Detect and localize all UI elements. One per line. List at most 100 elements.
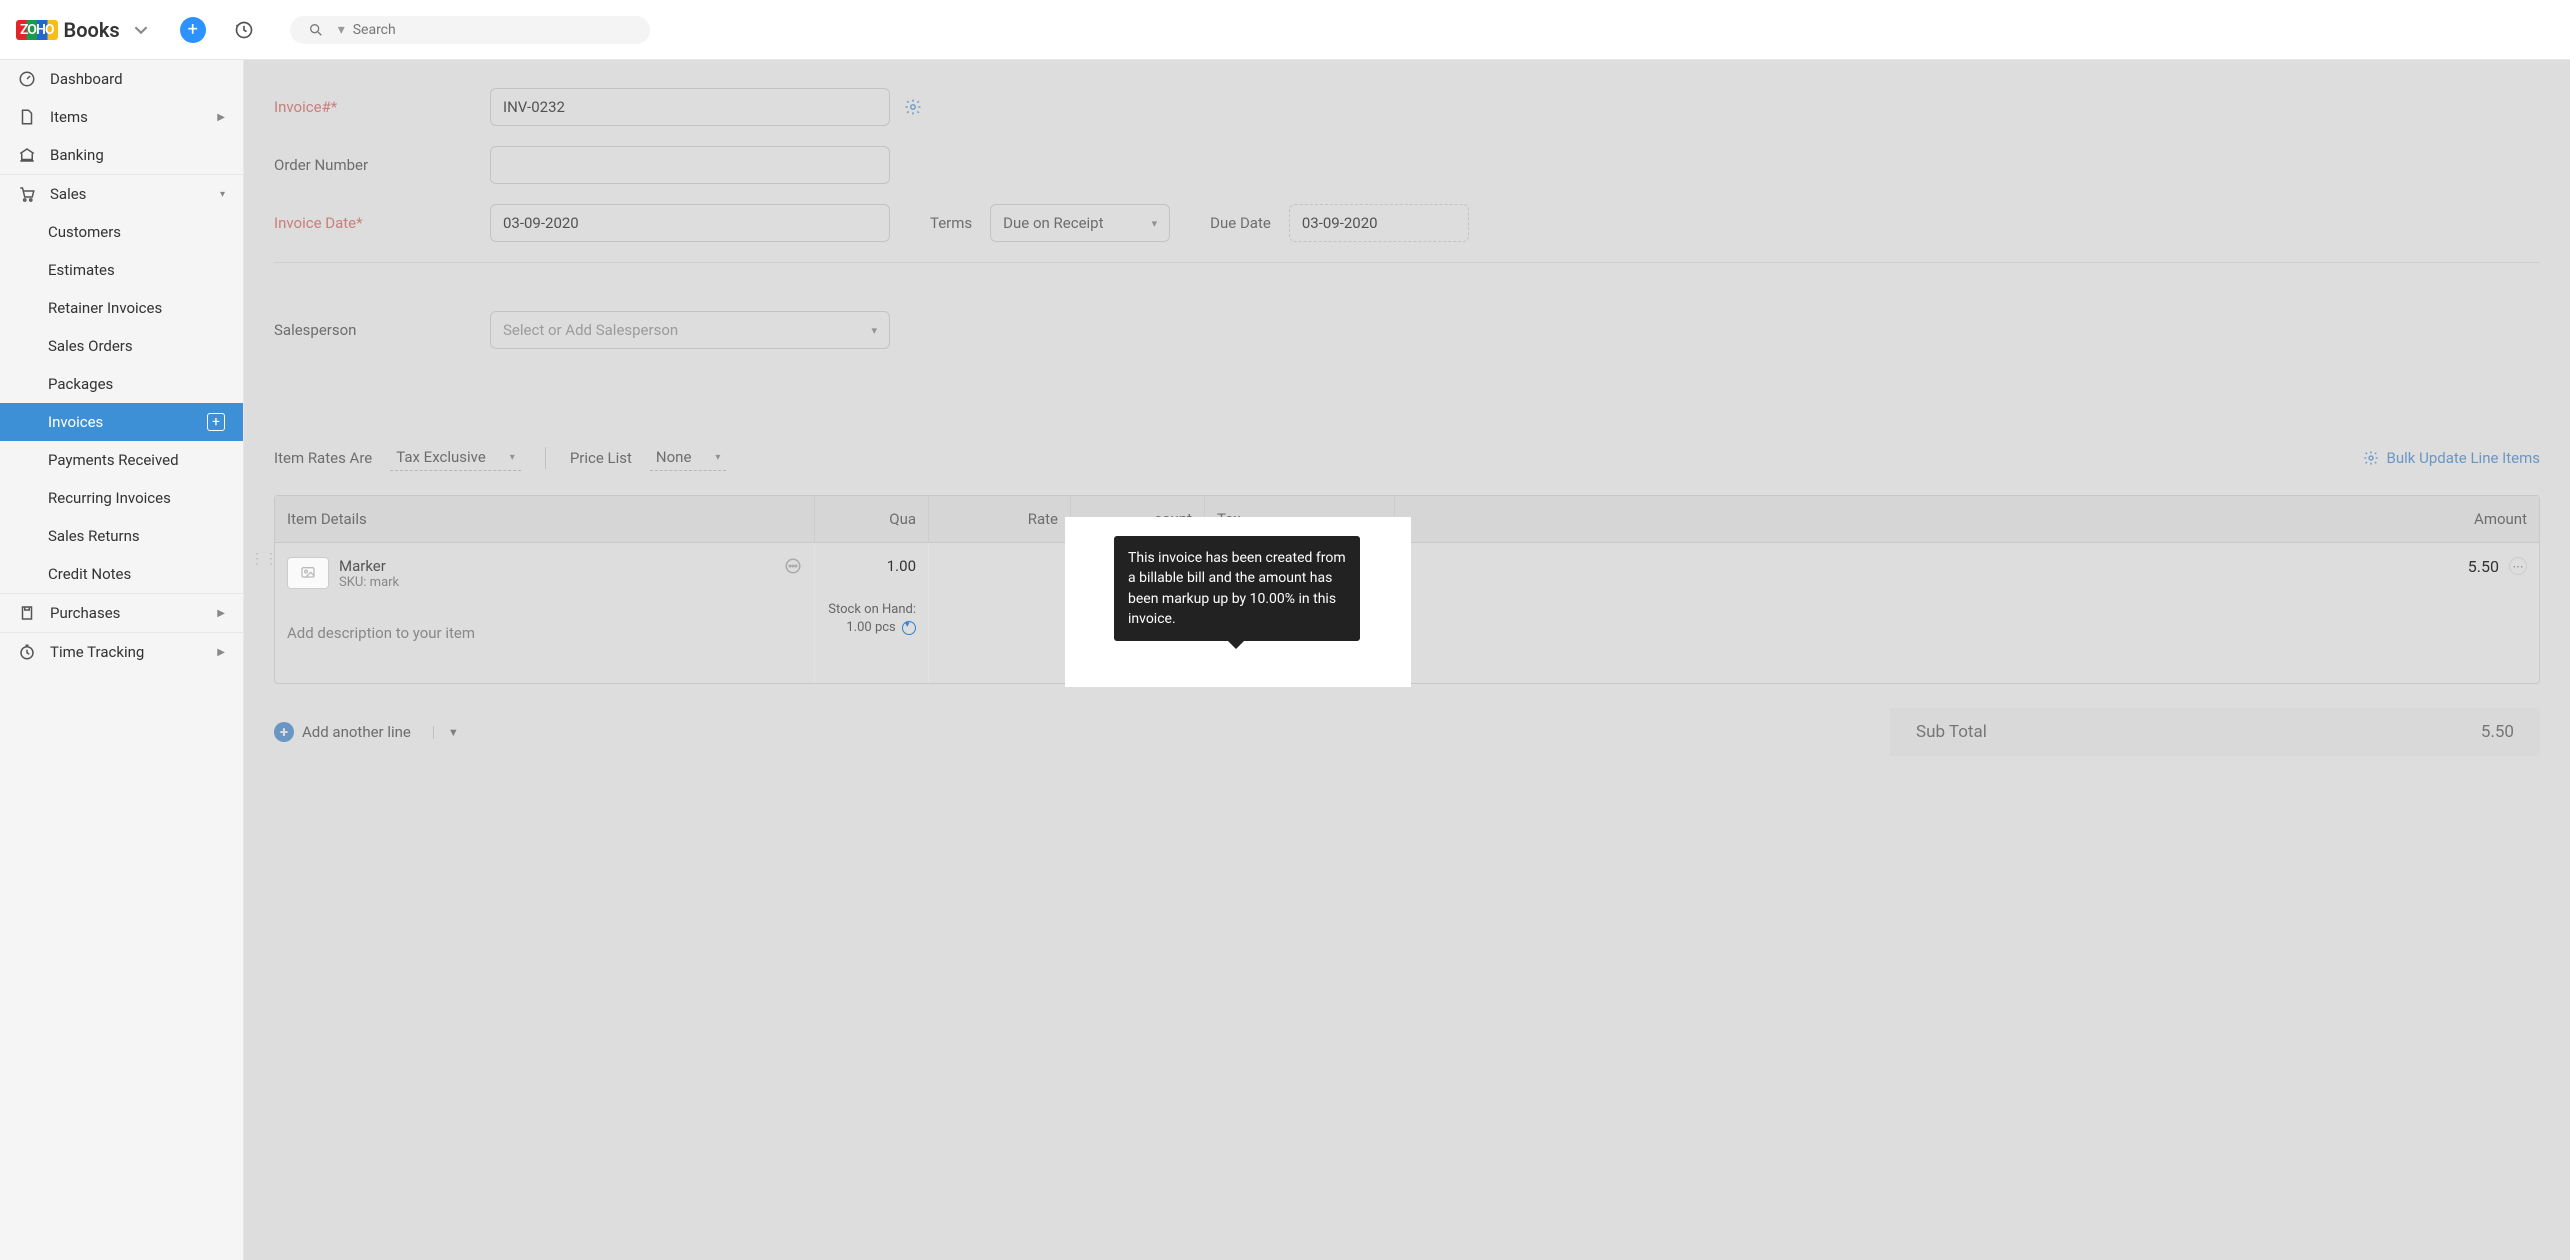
nav-retainer-invoices[interactable]: Retainer Invoices <box>0 289 243 327</box>
stock-expand-icon[interactable] <box>902 621 916 635</box>
nav-label: Banking <box>50 146 104 164</box>
terms-label: Terms <box>930 214 972 232</box>
nav-label: Sales Orders <box>48 337 133 355</box>
item-rates-select[interactable]: Tax Exclusive▾ <box>390 445 521 471</box>
rate-value-highlight <box>1069 521 1407 531</box>
recent-icon[interactable] <box>234 20 254 40</box>
add-line-label: Add another line <box>302 723 411 741</box>
items-icon <box>18 108 40 126</box>
nav-recurring-invoices[interactable]: Recurring Invoices <box>0 479 243 517</box>
stock-on-hand: Stock on Hand: 1.00 pcs <box>827 601 916 637</box>
item-name[interactable]: Marker <box>339 557 399 575</box>
nav-dashboard[interactable]: Dashboard <box>0 60 243 98</box>
add-line-dropdown-icon[interactable]: ▼ <box>433 726 459 739</box>
nav-label: Estimates <box>48 261 115 279</box>
nav-customers[interactable]: Customers <box>0 213 243 251</box>
quick-add-button[interactable]: + <box>180 17 206 43</box>
nav-label: Purchases <box>50 604 120 622</box>
nav-label: Dashboard <box>50 70 123 88</box>
banking-icon <box>18 146 40 164</box>
chevron-right-icon: ▶ <box>217 647 225 658</box>
cell-amount: 5.50 ⋯ <box>1395 543 2539 683</box>
invoice-number-label: Invoice#* <box>274 98 490 116</box>
nav-label: Retainer Invoices <box>48 299 162 317</box>
nav-items[interactable]: Items ▶ <box>0 98 243 136</box>
item-sku: SKU: mark <box>339 575 399 590</box>
nav-estimates[interactable]: Estimates <box>0 251 243 289</box>
item-rates-label: Item Rates Are <box>274 449 372 467</box>
dashboard-icon <box>18 70 40 88</box>
nav-sales-orders[interactable]: Sales Orders <box>0 327 243 365</box>
nav-sales-returns[interactable]: Sales Returns <box>0 517 243 555</box>
nav-credit-notes[interactable]: Credit Notes <box>0 555 243 593</box>
due-date-input[interactable] <box>1289 204 1469 242</box>
cell-quantity[interactable]: 1.00 Stock on Hand: 1.00 pcs <box>815 543 929 683</box>
gear-icon <box>2363 450 2379 466</box>
sales-icon <box>18 185 40 203</box>
top-bar: ZOHO Books + ▾ Search <box>0 0 2570 60</box>
chevron-right-icon: ▶ <box>217 112 225 123</box>
bulk-update-label: Bulk Update Line Items <box>2387 449 2540 467</box>
quantity-value: 1.00 <box>827 557 916 575</box>
brand-name: Books <box>64 18 120 42</box>
nav-label: Credit Notes <box>48 565 131 583</box>
sidebar: Dashboard Items ▶ Banking Sales▾ Customer… <box>0 60 244 1260</box>
terms-value: Due on Receipt <box>1003 214 1103 232</box>
salesperson-label: Salesperson <box>274 321 490 339</box>
search-icon <box>308 22 324 38</box>
invoice-date-label: Invoice Date* <box>274 214 490 232</box>
cell-item: Marker SKU: mark Add description to your… <box>275 543 815 683</box>
zoho-mark: ZOHO <box>16 20 58 40</box>
item-more-icon[interactable] <box>784 557 802 590</box>
price-list-value: None <box>656 448 692 466</box>
search-scope-chevron-icon[interactable]: ▾ <box>338 22 345 38</box>
global-search[interactable]: ▾ Search <box>290 16 650 44</box>
subtotal-label: Sub Total <box>1916 722 1987 742</box>
purchases-icon <box>18 604 40 622</box>
item-image-placeholder[interactable] <box>287 557 329 589</box>
col-rate: Rate <box>929 496 1071 542</box>
order-number-input[interactable] <box>490 146 890 184</box>
item-description-input[interactable]: Add description to your item <box>287 624 802 642</box>
app-logo[interactable]: ZOHO Books <box>16 18 148 42</box>
drag-handle-icon[interactable]: ⋮⋮ <box>255 551 273 567</box>
nav-payments-received[interactable]: Payments Received <box>0 441 243 479</box>
nav-purchases[interactable]: Purchases ▶ <box>0 594 243 632</box>
nav-packages[interactable]: Packages <box>0 365 243 403</box>
add-line-button[interactable]: + Add another line ▼ <box>274 722 459 742</box>
chevron-down-icon: ▾ <box>510 452 515 463</box>
chevron-right-icon: ▶ <box>217 608 225 619</box>
cell-rate[interactable]: 5.50 <box>929 543 1071 683</box>
nav-label: Packages <box>48 375 113 393</box>
nav-banking[interactable]: Banking <box>0 136 243 174</box>
brand-chevron-icon[interactable] <box>134 23 148 37</box>
nav-label: Items <box>50 108 88 126</box>
bulk-update-link[interactable]: Bulk Update Line Items <box>2363 449 2540 467</box>
invoice-number-settings-icon[interactable] <box>904 98 922 116</box>
nav-label: Time Tracking <box>50 643 144 661</box>
nav-invoices[interactable]: Invoices + <box>0 403 243 441</box>
markup-tooltip: This invoice has been created from a bil… <box>1114 536 1360 641</box>
due-date-label: Due Date <box>1210 214 1271 232</box>
nav-label: Invoices <box>48 413 103 431</box>
col-quantity: Qua <box>815 496 929 542</box>
nav-label: Customers <box>48 223 121 241</box>
price-list-select[interactable]: None ▾ <box>650 445 727 471</box>
nav-label: Sales <box>50 185 86 203</box>
add-invoice-icon[interactable]: + <box>207 413 225 431</box>
content-pane: Invoice#* Order Number Invoice Date* Ter… <box>244 60 2570 1260</box>
invoice-number-input[interactable] <box>490 88 890 126</box>
terms-select[interactable]: Due on Receipt▾ <box>990 204 1170 242</box>
plus-icon: + <box>274 722 294 742</box>
chevron-down-icon: ▾ <box>715 452 720 463</box>
line-more-icon[interactable]: ⋯ <box>2509 557 2527 575</box>
col-amount: Amount <box>1395 496 2539 542</box>
price-list-label: Price List <box>570 449 632 467</box>
nav-time-tracking[interactable]: Time Tracking ▶ <box>0 633 243 671</box>
salesperson-select[interactable]: Select or Add Salesperson▾ <box>490 311 890 349</box>
nav-sales[interactable]: Sales▾ <box>0 175 243 213</box>
col-item: Item Details <box>275 496 815 542</box>
nav-label: Sales Returns <box>48 527 140 545</box>
invoice-date-input[interactable] <box>490 204 890 242</box>
amount-value: 5.50 <box>2468 557 2499 576</box>
